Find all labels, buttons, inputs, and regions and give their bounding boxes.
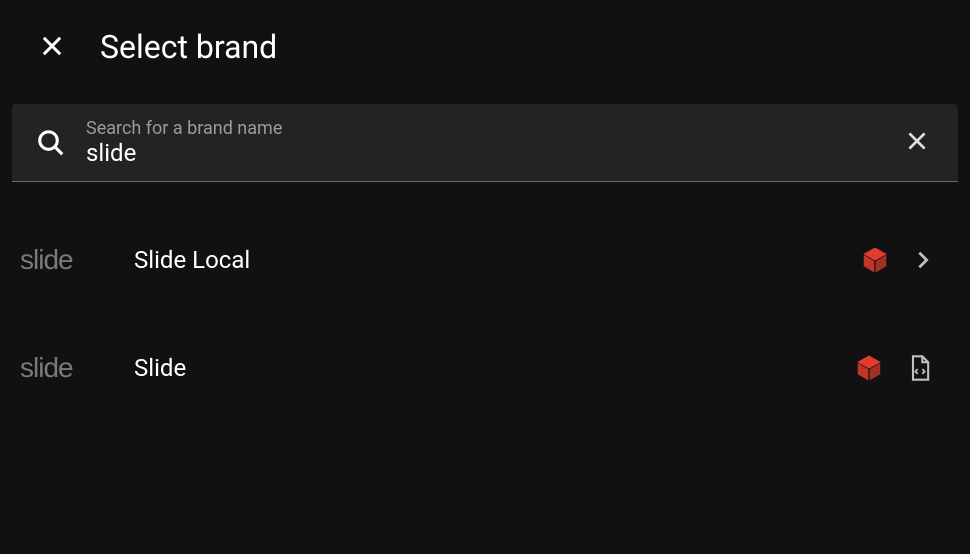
results-list: slide Slide Local slide Slide [0,206,970,422]
chevron-right-icon [912,249,934,271]
brand-logo-text: slide [20,244,73,276]
brand-result-item[interactable]: slide Slide Local [0,206,970,314]
close-button[interactable] [36,31,68,63]
result-icons [854,353,934,383]
brand-logo: slide [20,352,110,384]
brand-logo: slide [20,244,110,276]
brand-name: Slide [134,354,830,382]
clear-search-button[interactable] [900,124,934,161]
result-icons [860,245,934,275]
brand-result-item[interactable]: slide Slide [0,314,970,422]
brand-logo-text: slide [20,352,73,384]
close-icon [38,32,66,63]
package-icon [860,245,890,275]
search-container: Search for a brand name [12,104,958,182]
dialog-title: Select brand [100,28,277,66]
dialog-header: Select brand [0,0,970,94]
close-icon [904,128,930,157]
package-icon [854,353,884,383]
search-icon [36,128,66,158]
code-file-icon [906,354,934,382]
search-label: Search for a brand name [86,118,880,139]
search-input[interactable] [86,139,880,167]
search-field-wrap: Search for a brand name [86,118,880,167]
brand-name: Slide Local [134,246,836,274]
